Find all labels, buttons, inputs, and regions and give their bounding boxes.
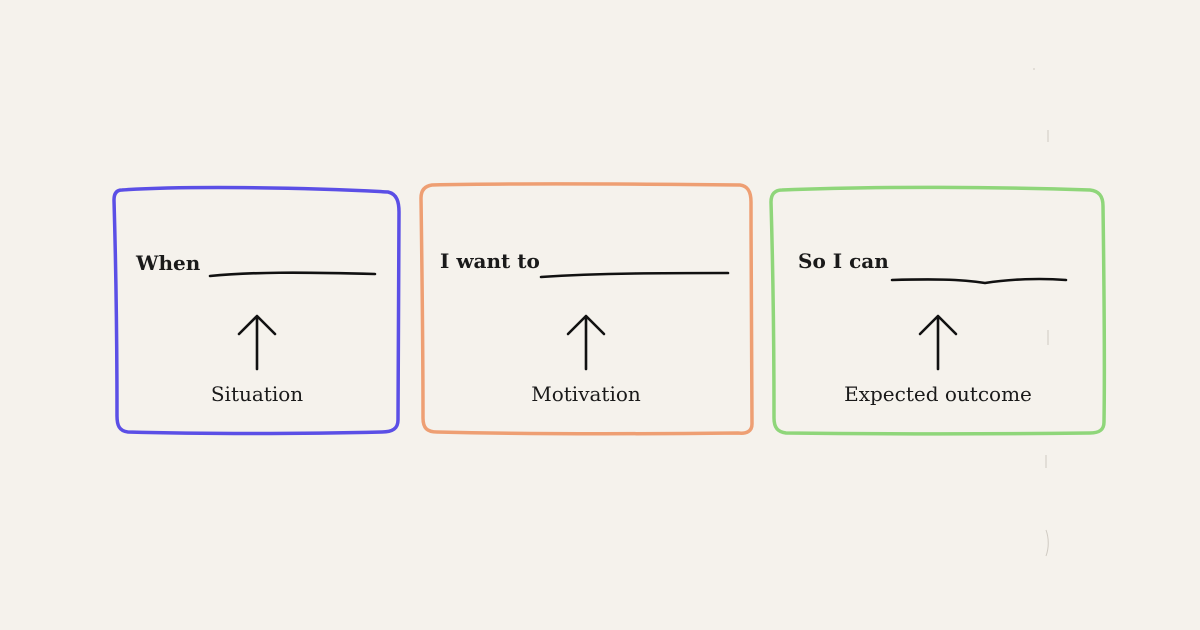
arrow-up-icon [918,314,958,371]
job-story-diagram: When Situation I want to Motivation So I… [112,68,1107,557]
outcome-prompt: So I can [798,249,889,273]
card-expected-outcome: So I can Expected outcome [769,185,1107,436]
outcome-caption: Expected outcome [844,382,1032,406]
card-situation: When Situation [112,185,401,436]
card-motivation: I want to Motivation [419,182,754,436]
outcome-blank-line [890,277,1068,285]
motivation-blank-line [539,271,730,279]
scan-specks [1033,68,1049,557]
situation-caption: Situation [211,382,303,406]
arrow-up-icon [237,314,277,371]
situation-blank-line [208,271,377,278]
situation-prompt: When [135,251,201,275]
motivation-prompt: I want to [440,249,540,273]
arrow-up-icon [566,314,606,371]
motivation-caption: Motivation [531,382,641,406]
